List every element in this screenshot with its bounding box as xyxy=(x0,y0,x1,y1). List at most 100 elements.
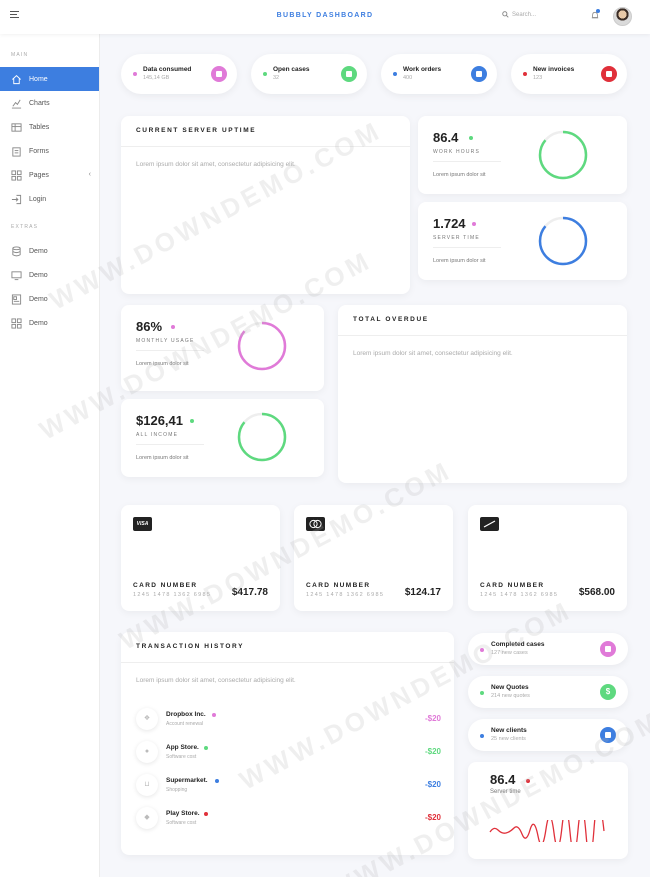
sidebar-heading-extras: EXTRAS xyxy=(11,224,39,230)
status-dot xyxy=(190,419,194,423)
sidebar-item-label: Charts xyxy=(29,99,50,107)
sidebar-item-label: Forms xyxy=(29,147,49,155)
stat-value: $126,41 xyxy=(136,413,183,428)
sidebar-item-login[interactable]: Login xyxy=(0,187,99,211)
progress-ring xyxy=(237,321,287,371)
sidebar-item-demo[interactable]: Demo xyxy=(0,263,99,287)
card-number: 1245 1478 1362 6985 xyxy=(133,592,212,598)
section-text: Lorem ipsum dolor sit amet, consectetur … xyxy=(136,161,296,168)
status-dot xyxy=(204,812,208,816)
progress-ring xyxy=(237,412,287,462)
credit-card[interactable]: CARD NUMBER 1245 1478 1362 6985 $568.00 xyxy=(468,505,627,611)
sidebar-item-label: Demo xyxy=(29,295,48,303)
transaction-history-card: TRANSACTION HISTORY Lorem ipsum dolor si… xyxy=(121,632,454,855)
stat-footnote: Lorem ipsum dolor sit xyxy=(136,361,189,367)
inbox-icon xyxy=(211,66,227,82)
uptime-card: CURRENT SERVER UPTIME Lorem ipsum dolor … xyxy=(121,116,410,294)
stat-value: 1.724 xyxy=(433,216,466,231)
divider xyxy=(121,146,410,147)
summary-card-data[interactable]: Data consumed 145,14 GB xyxy=(121,54,237,94)
credit-card[interactable]: VISA CARD NUMBER 1245 1478 1362 6985 $41… xyxy=(121,505,280,611)
income-card: $126,41 ALL INCOME Lorem ipsum dolor sit xyxy=(121,399,324,477)
new-quotes-card[interactable]: New Quotes 214 new quotes $ xyxy=(468,676,628,708)
app-title[interactable]: BUBBLY DASHBOARD xyxy=(0,12,650,19)
summary-title: Work orders xyxy=(403,66,442,73)
notification-dot xyxy=(596,9,600,13)
transaction-row[interactable]: ● App Store. Software cost -$20 xyxy=(136,741,441,765)
basket-icon: ⊔ xyxy=(136,774,158,796)
columns-icon xyxy=(11,293,22,305)
status-dot xyxy=(469,136,473,140)
status-dot xyxy=(133,72,137,76)
stat-sub: 25 new clients xyxy=(491,736,526,742)
card-amount: $568.00 xyxy=(578,587,615,598)
card-amount: $417.78 xyxy=(231,587,268,598)
progress-ring xyxy=(538,216,588,266)
dropbox-icon: ❖ xyxy=(136,708,158,730)
divider xyxy=(136,350,204,351)
card-number: 1245 1478 1362 6985 xyxy=(306,592,385,598)
transaction-amount: -$20 xyxy=(424,714,441,723)
completed-cases-card[interactable]: Completed cases 127 new cases xyxy=(468,633,628,665)
sidebar-item-pages[interactable]: Pages ‹ xyxy=(0,163,99,187)
sidebar-item-label: Tables xyxy=(29,123,50,131)
transaction-row[interactable]: ❖ Dropbox Inc. Account renewal -$20 xyxy=(136,708,441,732)
sidebar-item-demo[interactable]: Demo xyxy=(0,311,99,335)
sidebar-item-label: Home xyxy=(29,75,48,83)
section-title: TRANSACTION HISTORY xyxy=(136,643,245,650)
sidebar-heading-main: MAIN xyxy=(11,52,29,58)
summary-card-orders[interactable]: Work orders 400 xyxy=(381,54,497,94)
mastercard-icon xyxy=(306,517,325,531)
status-dot xyxy=(526,779,530,783)
stat-value: 86.4 xyxy=(490,772,516,787)
overdue-card: TOTAL OVERDUE Lorem ipsum dolor sit amet… xyxy=(338,305,627,483)
users-icon xyxy=(600,727,616,743)
divider xyxy=(121,662,454,663)
stat-label: MONTHLY USAGE xyxy=(136,338,195,344)
chevron-left-icon[interactable]: ‹ xyxy=(89,171,91,178)
search-placeholder[interactable]: Search... xyxy=(512,12,536,18)
stat-label: Server time xyxy=(490,789,521,795)
new-clients-card[interactable]: New clients 25 new clients xyxy=(468,719,628,751)
transaction-row[interactable]: ◆ Play Store. Software cost -$20 xyxy=(136,807,441,831)
stat-footnote: Lorem ipsum dolor sit xyxy=(433,258,486,264)
sidebar-item-charts[interactable]: Charts xyxy=(0,91,99,115)
status-dot xyxy=(212,713,216,717)
sidebar-item-label: Pages xyxy=(29,171,49,179)
summary-card-invoices[interactable]: New invoices 123 xyxy=(511,54,627,94)
sidebar-item-label: Demo xyxy=(29,271,48,279)
status-dot xyxy=(171,325,175,329)
transaction-sub: Account renewal xyxy=(166,721,203,727)
transaction-sub: Shopping xyxy=(166,787,188,793)
sidebar-item-demo[interactable]: Demo xyxy=(0,239,99,263)
play-store-icon: ◆ xyxy=(136,807,158,829)
sidebar-item-demo[interactable]: Demo xyxy=(0,287,99,311)
transaction-row[interactable]: ⊔ Supermarket. Shopping -$20 xyxy=(136,774,441,798)
status-dot xyxy=(480,734,484,738)
card-amount: $124.17 xyxy=(404,587,441,598)
search-icon xyxy=(502,11,509,18)
summary-title: Open cases xyxy=(273,66,310,73)
sidebar-item-tables[interactable]: Tables xyxy=(0,115,99,139)
summary-card-cases[interactable]: Open cases 32 xyxy=(251,54,367,94)
status-dot xyxy=(480,648,484,652)
summary-title: Data consumed xyxy=(143,66,192,73)
sidebar-item-forms[interactable]: Forms xyxy=(0,139,99,163)
database-icon xyxy=(12,245,21,256)
credit-card[interactable]: CARD NUMBER 1245 1478 1362 6985 $124.17 xyxy=(294,505,453,611)
apple-icon: ● xyxy=(136,741,158,763)
status-dot xyxy=(204,746,208,750)
cart-icon xyxy=(471,66,487,82)
divider xyxy=(433,161,501,162)
stat-label: SERVER TIME xyxy=(433,235,480,241)
transaction-sub: Software cost xyxy=(166,820,197,826)
card-chip-icon xyxy=(480,517,499,531)
sidebar-item-label: Demo xyxy=(29,319,48,327)
status-dot xyxy=(263,72,267,76)
search-box[interactable]: Search... xyxy=(502,11,536,18)
summary-value: 400 xyxy=(403,75,413,81)
summary-value: 123 xyxy=(533,75,543,81)
summary-value: 32 xyxy=(273,75,280,81)
avatar[interactable] xyxy=(613,7,632,26)
sidebar-item-home[interactable]: Home xyxy=(0,67,99,91)
